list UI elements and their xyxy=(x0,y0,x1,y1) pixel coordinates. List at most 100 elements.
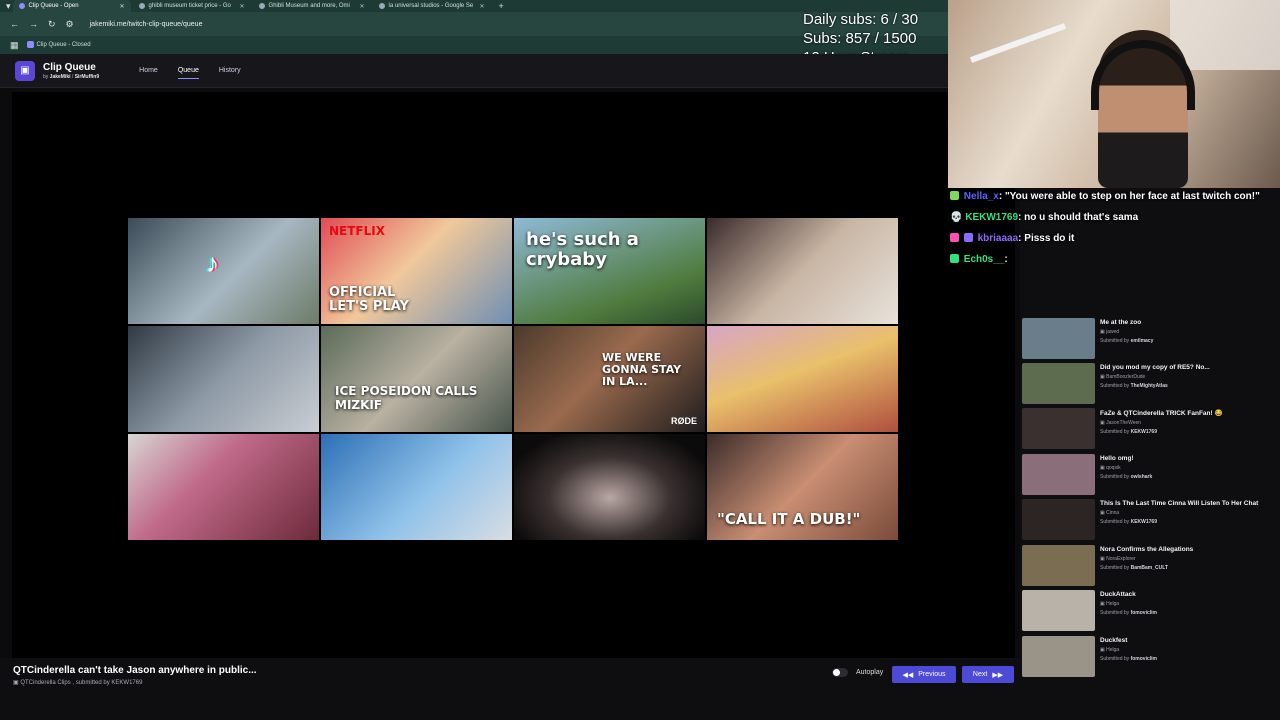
queue-item-title: DuckAttack xyxy=(1100,591,1136,598)
chat-separator: : xyxy=(1018,233,1022,244)
queue-item-channel: ▣ Helga xyxy=(1100,647,1120,653)
chat-separator: : xyxy=(998,191,1003,202)
queue-item-channel: ▣ JasonTheWeen xyxy=(1100,420,1142,426)
queue-item[interactable]: Me at the zoo ▣ jawed Submitted by emilm… xyxy=(1022,318,1278,362)
apps-grid-icon[interactable]: ▦ xyxy=(10,40,19,51)
app-authors: by JakeMiki / SirMuffin9 xyxy=(43,74,99,80)
sub-badge-icon xyxy=(963,233,973,242)
chat-text: "You were able to step on her face at la… xyxy=(1004,191,1260,202)
queue-item[interactable]: FaZe & QTCinderella TRICK FanFan! 😂 ▣ Ja… xyxy=(1022,408,1278,452)
thumbnail-caption: "CALL IT A DUB!" xyxy=(717,510,861,528)
twitch-logo-icon[interactable]: ▣ xyxy=(15,60,35,81)
nav-home[interactable]: Home xyxy=(139,63,158,79)
heart-badge-icon xyxy=(950,233,959,242)
browser-tab-universal[interactable]: la universal studios - Google Se ✕ xyxy=(373,0,491,12)
video-thumbnail xyxy=(321,434,512,540)
back-arrow-icon[interactable]: ← xyxy=(10,19,19,29)
clip-channel[interactable]: QTCinderella Clips xyxy=(20,680,70,686)
queue-item[interactable]: Nora Confirms the Allegations ▣ NoraExpl… xyxy=(1022,545,1278,589)
queue-item[interactable]: Hello omg! ▣ qoqsik Submitted by owlshar… xyxy=(1022,454,1278,498)
queue-item-submitter: Submitted by fomoviclim xyxy=(1100,656,1157,662)
queue-item[interactable]: Duckfest ▣ Helga Submitted by fomoviclim xyxy=(1022,636,1278,680)
clip-title: QTCinderella can't take Jason anywhere i… xyxy=(13,665,257,676)
queue-item-submitter: Submitted by TheMightyAtlas xyxy=(1100,383,1168,389)
queue-item-submitter: Submitted by KEKW1769 xyxy=(1100,429,1157,435)
queue-item-title: Duckfest xyxy=(1100,637,1128,644)
browser-tab-ghibli-price[interactable]: ghibli museum ticket price - Go ✕ xyxy=(133,0,251,12)
browser-tab-ghibli-museum[interactable]: Ghibli Museum and more, Omi ✕ xyxy=(253,0,371,12)
queue-item[interactable]: DuckAttack ▣ Helga Submitted by fomovicl… xyxy=(1022,590,1278,634)
url-field[interactable]: jakemiki.me/twitch-clip-queue/queue xyxy=(90,21,203,28)
by-label: by xyxy=(43,73,49,80)
tiktok-logo-icon: ♪ xyxy=(206,248,219,278)
tab-list-icon[interactable]: ▾ xyxy=(6,1,11,12)
app-header: ▣ Clip Queue by JakeMiki / SirMuffin9 Ho… xyxy=(0,54,948,88)
clip-video-frame[interactable]: ♪ NETFLIX OFFICIAL LET'S PLAY he's such … xyxy=(128,218,900,544)
chat-text: Pisss do it xyxy=(1024,233,1075,244)
twitch-icon: ▣ xyxy=(13,680,19,686)
author-link[interactable]: JakeMiki xyxy=(50,74,71,80)
next-button[interactable]: Next ▶▶ xyxy=(962,666,1014,683)
queue-item-submitter: Submitted by BamBam_CULT xyxy=(1100,565,1168,571)
queue-thumbnail xyxy=(1022,408,1095,449)
badge-icon xyxy=(950,254,959,263)
video-thumbnail: WE WERE GONNA STAY IN LA... RØDE xyxy=(514,326,705,432)
netflix-logo: NETFLIX xyxy=(329,224,385,238)
video-thumbnail: he's such a crybaby xyxy=(514,218,705,324)
stream-frame: ▾ Clip Queue - Open ✕ ghibli museum tick… xyxy=(0,0,1280,720)
new-tab-button[interactable]: + xyxy=(493,1,510,11)
google-favicon-icon xyxy=(138,3,145,9)
queue-item-channel: ▣ qoqsik xyxy=(1100,465,1121,471)
chat-username: kbriaaaa xyxy=(977,233,1019,244)
rode-logo: RØDE xyxy=(670,416,697,426)
browser-tab-clip-queue[interactable]: Clip Queue - Open ✕ xyxy=(12,0,131,12)
author-link[interactable]: SirMuffin9 xyxy=(75,74,99,80)
queue-item-title: FaZe & QTCinderella TRICK FanFan! 😂 xyxy=(1100,410,1223,417)
video-thumbnail: ICE POSEIDON CALLS MIZKIF xyxy=(321,326,512,432)
queue-thumbnail xyxy=(1022,363,1095,404)
chat-username: Nella_x xyxy=(963,191,999,202)
forward-arrow-icon[interactable]: → xyxy=(29,19,38,29)
chat-message: 💀 KEKW1769: no u should that's sama xyxy=(950,211,1280,225)
clip-meta: ▣ QTCinderella Clips , submitted by KEKW… xyxy=(13,680,143,686)
queue-item[interactable]: This Is The Last Time Cinna Will Listen … xyxy=(1022,499,1278,543)
queue-item-channel: ▣ Cinna xyxy=(1100,510,1120,516)
queue-item-channel: ▣ BamBoozlerDude xyxy=(1100,374,1146,380)
video-thumbnail: ♪ xyxy=(128,218,319,324)
app-nav: Home Queue History xyxy=(139,63,241,79)
nav-queue[interactable]: Queue xyxy=(177,63,199,79)
chat-text: no u should that's sama xyxy=(1024,212,1139,223)
close-icon[interactable]: ✕ xyxy=(120,3,125,10)
queue-item-title: This Is The Last Time Cinna Will Listen … xyxy=(1100,500,1259,507)
video-thumbnail xyxy=(128,326,319,432)
nav-history[interactable]: History xyxy=(219,63,241,79)
queue-item-submitter: Submitted by KEKW1769 xyxy=(1100,519,1157,525)
site-info-icon[interactable]: ⚙ xyxy=(66,19,74,30)
queue-item[interactable]: Did you mod my copy of RE5? No... ▣ BamB… xyxy=(1022,363,1278,407)
app-title: Clip Queue xyxy=(43,61,96,73)
close-icon[interactable]: ✕ xyxy=(360,3,365,10)
tab-label: la universal studios - Google Se xyxy=(388,3,474,9)
queue-item-channel: ▣ jawed xyxy=(1100,329,1120,335)
previous-label: Previous xyxy=(918,671,946,678)
queue-thumbnail xyxy=(1022,545,1095,586)
chat-overlay: Nella_x: "You were able to step on her f… xyxy=(950,190,1280,274)
badge-icon xyxy=(950,191,959,200)
queue-item-channel: ▣ NoraExplorer xyxy=(1100,556,1136,562)
close-icon[interactable]: ✕ xyxy=(480,3,485,10)
bookmark-clip-queue[interactable]: Clip Queue - Closed xyxy=(26,41,91,49)
rewind-icon: ◀◀ xyxy=(902,671,914,679)
video-thumbnail: "CALL IT A DUB!" xyxy=(707,434,898,540)
subs-goal: Subs: 857 / 1500 xyxy=(803,30,917,47)
video-thumbnail xyxy=(128,434,319,540)
reload-icon[interactable]: ↻ xyxy=(48,19,56,30)
thumbnail-caption: OFFICIAL LET'S PLAY xyxy=(329,285,409,314)
autoplay-toggle[interactable] xyxy=(832,668,848,677)
chat-message: Nella_x: "You were able to step on her f… xyxy=(950,190,1280,204)
previous-button[interactable]: ◀◀ Previous xyxy=(892,666,956,683)
queue-item-submitter: Submitted by owlshark xyxy=(1100,474,1153,480)
thumbnail-caption: WE WERE GONNA STAY IN LA... xyxy=(602,351,682,388)
webcam-feed xyxy=(948,0,1280,188)
queue-item-submitter: Submitted by fomoviclim xyxy=(1100,610,1157,616)
close-icon[interactable]: ✕ xyxy=(240,3,245,10)
